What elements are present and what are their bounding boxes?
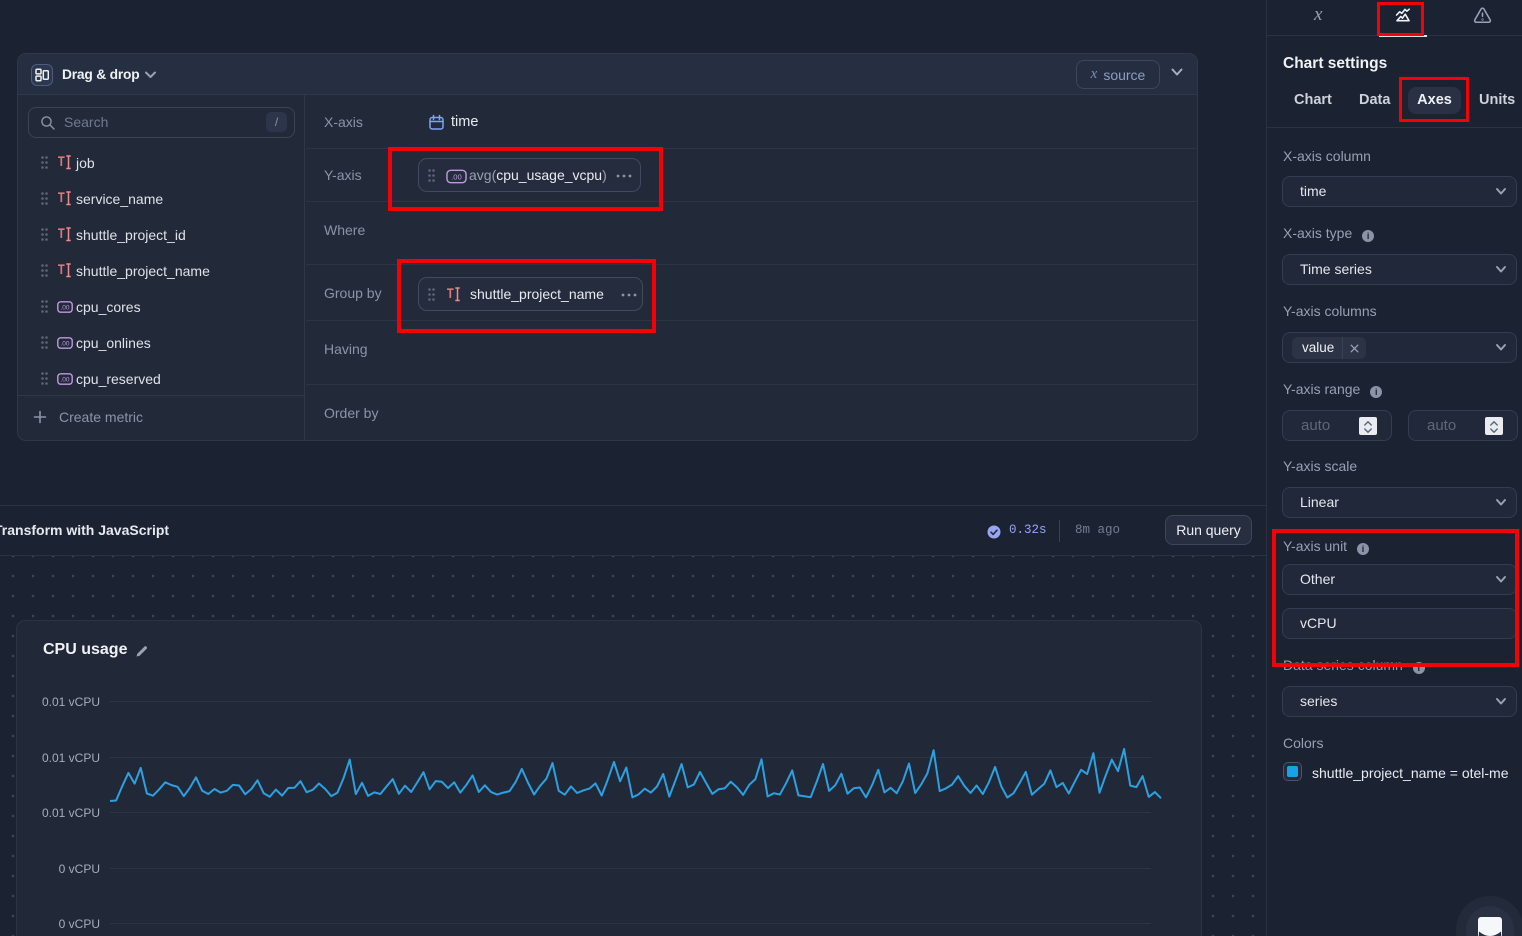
svg-text:.00: .00 (60, 376, 69, 383)
svg-text:.00: .00 (60, 340, 69, 347)
svg-text:.00: .00 (60, 304, 69, 311)
